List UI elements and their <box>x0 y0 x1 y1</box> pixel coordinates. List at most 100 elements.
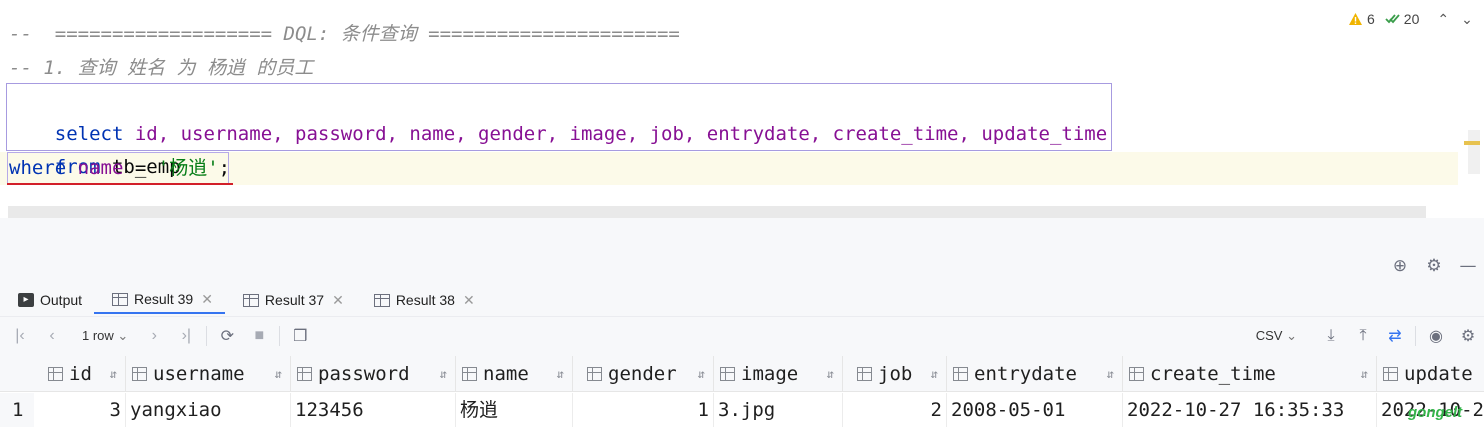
horizontal-scrollbar[interactable] <box>8 206 1426 218</box>
next-page-icon[interactable]: › <box>138 327 170 345</box>
inspection-widget[interactable]: 6 20 ⌃ ⌄ <box>1348 8 1473 30</box>
eye-icon[interactable]: ◉ <box>1420 326 1452 346</box>
double-check-icon <box>1385 14 1400 24</box>
cell-image[interactable]: 3.jpg <box>714 393 843 427</box>
previous-page-icon[interactable]: ‹ <box>36 327 68 345</box>
results-toolbar: |‹ ‹ 1 row ⌄ › ›| ⟳ ■ ❒ CSV ⌄ ⤓ ⤒ ⇄ ◉ ⚙ <box>0 316 1484 354</box>
tab-label: Result 37 <box>264 292 325 308</box>
where-operator: = <box>123 157 158 179</box>
vertical-scrollbar-thumb[interactable] <box>1468 130 1480 174</box>
code-line-comment-2[interactable]: -- 1. 查询 姓名 为 杨逍 的员工 <box>9 52 313 84</box>
column-header-gender[interactable]: gender ⇵ <box>573 356 714 392</box>
column-label: username <box>153 363 245 385</box>
tab-output[interactable]: ▸ Output <box>0 286 94 314</box>
where-field: name <box>77 157 124 179</box>
keyword-where: where <box>9 157 67 179</box>
sort-icon[interactable]: ⇵ <box>275 356 282 391</box>
column-label: entrydate <box>974 363 1077 385</box>
column-header-job[interactable]: job ⇵ <box>843 356 947 392</box>
code-line-comment-1[interactable]: -- =================== DQL: 条件查询 =======… <box>9 18 680 50</box>
minimize-icon[interactable]: — <box>1458 256 1478 276</box>
cell-password[interactable]: 123456 <box>291 393 456 427</box>
column-icon <box>587 367 602 381</box>
column-header-create-time[interactable]: create_time ⇵ <box>1123 356 1377 392</box>
warning-icon <box>1349 13 1362 25</box>
column-header-update-time[interactable]: update <box>1377 356 1484 392</box>
tab-result-39[interactable]: Result 39 ✕ <box>94 286 225 314</box>
gear-icon[interactable]: ⚙ <box>1424 256 1444 276</box>
sort-icon[interactable]: ⇵ <box>1361 356 1368 391</box>
sort-icon[interactable]: ⇵ <box>440 356 447 391</box>
row-number[interactable]: 1 <box>0 393 34 427</box>
column-icon <box>1383 367 1398 381</box>
page-size-select[interactable]: 1 row ⌄ <box>68 328 138 344</box>
sort-icon[interactable]: ⇵ <box>931 356 938 391</box>
code-line-from[interactable]: from tb_emp <box>9 119 181 178</box>
column-icon <box>720 367 735 381</box>
refresh-icon[interactable]: ⟳ <box>211 326 243 346</box>
sql-editor[interactable]: -- =================== DQL: 条件查询 =======… <box>0 0 1484 218</box>
first-page-icon[interactable]: |‹ <box>4 327 36 345</box>
column-header-password[interactable]: password ⇵ <box>291 356 456 392</box>
column-icon <box>132 367 147 381</box>
code-line-where[interactable]: where name = '杨逍'; <box>9 152 230 184</box>
sort-icon[interactable]: ⇵ <box>827 356 834 391</box>
chevron-down-icon[interactable]: ⌄ <box>1461 11 1473 28</box>
page-size-value: 1 row <box>82 327 114 343</box>
results-grid: id ⇵ username ⇵ password ⇵ name ⇵ gender ⇵ im… <box>0 356 1484 434</box>
last-page-icon[interactable]: ›| <box>170 327 202 345</box>
toolbar-divider <box>279 325 281 346</box>
cell-entrydate[interactable]: 2008-05-01 <box>947 393 1123 427</box>
export-format-select[interactable]: CSV ⌄ <box>1256 328 1297 344</box>
crosshair-icon[interactable]: ⊕ <box>1390 256 1410 276</box>
column-header-username[interactable]: username ⇵ <box>126 356 291 392</box>
chevron-down-icon: ⌄ <box>117 327 129 343</box>
column-label: gender <box>608 363 677 385</box>
cell-id[interactable]: 3 <box>34 393 126 427</box>
tab-label: Result 38 <box>395 292 455 308</box>
sort-icon[interactable]: ⇵ <box>1107 356 1114 391</box>
column-icon <box>857 367 872 381</box>
cell-username[interactable]: yangxiao <box>126 393 291 427</box>
error-stripe-marker[interactable] <box>1464 141 1480 145</box>
column-header-name[interactable]: name ⇵ <box>456 356 573 392</box>
column-header-id[interactable]: id ⇵ <box>34 356 126 392</box>
column-label: create_time <box>1150 363 1276 385</box>
table-icon <box>373 293 390 307</box>
download-icon[interactable]: ⤓ <box>1315 327 1347 345</box>
toolbar-divider <box>206 325 208 346</box>
column-icon <box>462 367 477 381</box>
column-icon <box>953 367 968 381</box>
column-header-entrydate[interactable]: entrydate ⇵ <box>947 356 1123 392</box>
cell-name[interactable]: 杨逍 <box>456 393 573 427</box>
close-icon[interactable]: ✕ <box>463 292 475 309</box>
column-label: update <box>1404 363 1473 385</box>
select-fields: id, username, password, name, gender, im… <box>134 123 1108 145</box>
column-icon <box>297 367 312 381</box>
table-icon <box>242 293 259 307</box>
gear-icon[interactable]: ⚙ <box>1452 326 1484 346</box>
sort-icon[interactable]: ⇵ <box>698 356 705 391</box>
tab-result-38[interactable]: Result 38 ✕ <box>356 286 487 314</box>
column-header-image[interactable]: image ⇵ <box>714 356 843 392</box>
upload-icon[interactable]: ⤒ <box>1347 327 1379 345</box>
close-icon[interactable]: ✕ <box>332 292 344 309</box>
sort-icon[interactable]: ⇵ <box>110 356 117 391</box>
cell-gender[interactable]: 1 <box>573 393 714 427</box>
chevron-up-icon[interactable]: ⌃ <box>1437 11 1449 28</box>
toolbar-divider <box>1415 326 1416 346</box>
panel-splitter[interactable] <box>0 218 1484 250</box>
pin-icon[interactable]: ❒ <box>284 326 316 346</box>
column-label: name <box>483 363 529 385</box>
sort-icon[interactable]: ⇵ <box>557 356 564 391</box>
cell-create-time[interactable]: 2022-10-27 16:35:33 <box>1123 393 1377 427</box>
cell-job[interactable]: 2 <box>843 393 947 427</box>
compare-icon[interactable]: ⇄ <box>1379 326 1411 346</box>
stop-icon[interactable]: ■ <box>243 327 275 345</box>
close-icon[interactable]: ✕ <box>201 291 213 308</box>
tab-result-37[interactable]: Result 37 ✕ <box>225 286 356 314</box>
column-label: job <box>878 363 913 385</box>
column-label: password <box>318 363 410 385</box>
grid-corner <box>0 356 34 392</box>
code-line-select[interactable]: select id, username, password, name, gen… <box>9 86 1107 145</box>
